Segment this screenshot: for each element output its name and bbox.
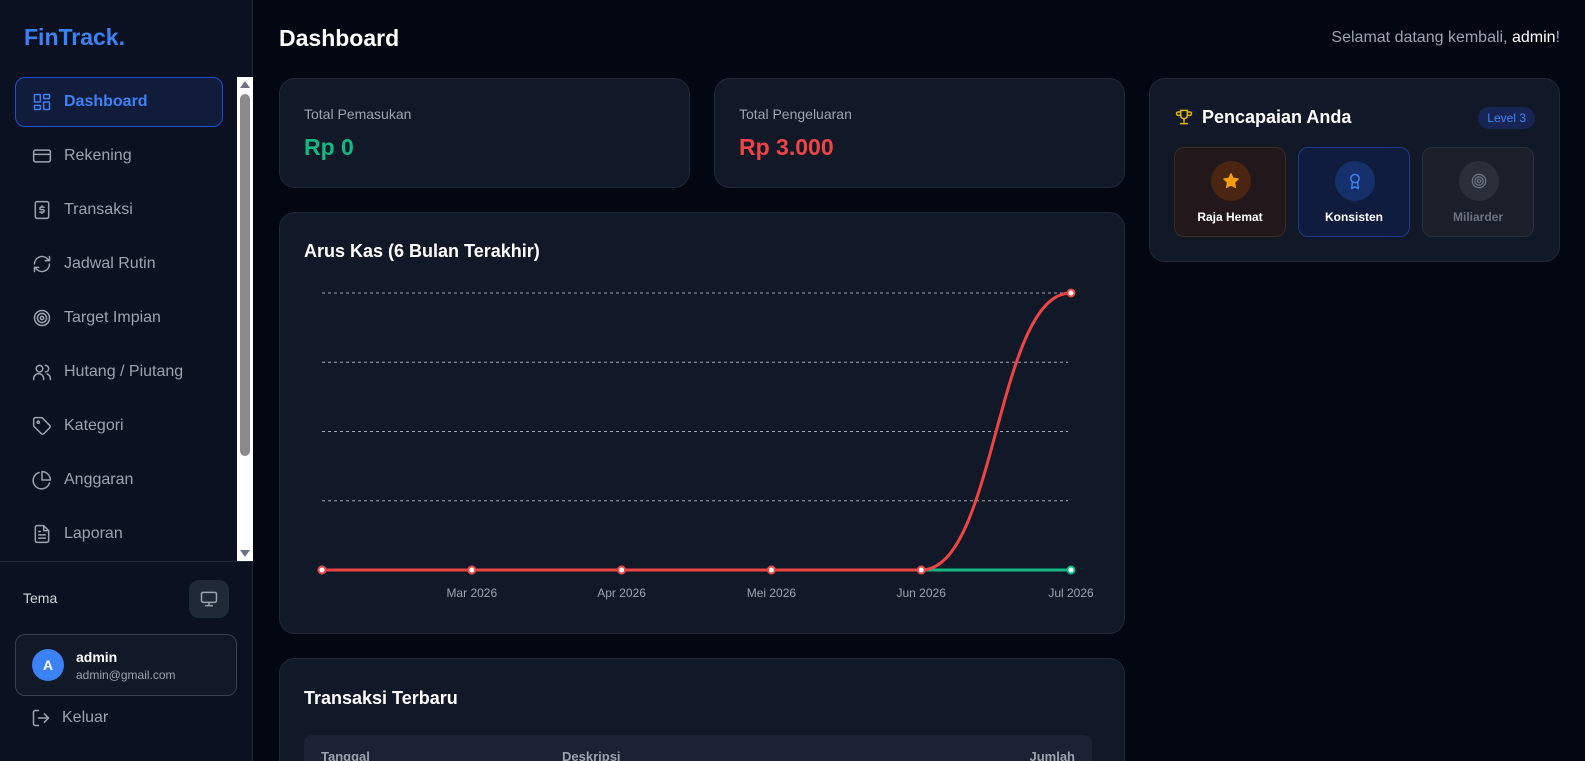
- sidebar-item-label: Dashboard: [64, 93, 148, 110]
- badge-label: Raja Hemat: [1197, 210, 1263, 224]
- refresh-icon: [32, 254, 52, 274]
- transactions-table-header: Tanggal Deskripsi Jumlah: [304, 735, 1092, 761]
- trophy-icon: [1174, 107, 1194, 127]
- x-tick-label: Mei 2026: [747, 586, 797, 600]
- sidebar-item-label: Jadwal Rutin: [64, 255, 156, 272]
- column-header-amount[interactable]: Jumlah: [1029, 749, 1075, 761]
- expense-card: Total Pengeluaran Rp 3.000: [714, 78, 1125, 188]
- cashflow-chart-card: Arus Kas (6 Bulan Terakhir) Mar 2026 Apr …: [279, 212, 1125, 634]
- welcome-prefix: Selamat datang kembali,: [1331, 29, 1512, 46]
- data-point: [766, 565, 776, 575]
- tag-icon: [32, 416, 52, 436]
- welcome-message: Selamat datang kembali, admin!: [1331, 29, 1560, 47]
- badge-miliarder[interactable]: Miliarder: [1422, 147, 1534, 237]
- sidebar-item-hutang-piutang[interactable]: Hutang / Piutang: [15, 347, 223, 397]
- recent-transactions-card: Transaksi Terbaru Tanggal Deskripsi Juml…: [279, 658, 1125, 761]
- sidebar-item-label: Anggaran: [64, 471, 134, 488]
- welcome-user: admin: [1511, 29, 1556, 46]
- pie-chart-icon: [32, 470, 52, 490]
- sidebar-item-anggaran[interactable]: Anggaran: [15, 455, 223, 505]
- level-badge: Level 3: [1478, 107, 1535, 129]
- logout-label: Keluar: [62, 709, 109, 726]
- achievements-title: Pencapaian Anda: [1202, 107, 1352, 127]
- sidebar-item-transaksi[interactable]: Transaksi: [15, 185, 223, 235]
- badge-label: Konsisten: [1324, 210, 1383, 224]
- receipt-icon: [32, 200, 52, 220]
- logout-button[interactable]: Keluar: [31, 708, 108, 728]
- sidebar: FinTrack. Dashboard Rekening Transaksi Jadw…: [0, 0, 253, 761]
- sidebar-item-label: Transaksi: [64, 201, 133, 218]
- brand-logo[interactable]: FinTrack.: [24, 24, 125, 51]
- sidebar-item-laporan[interactable]: Laporan: [15, 509, 223, 559]
- income-card: Total Pemasukan Rp 0: [279, 78, 690, 188]
- expense-label: Total Pengeluaran: [739, 106, 852, 122]
- badge-raja-hemat[interactable]: Raja Hemat: [1174, 147, 1286, 237]
- scrollbar-thumb[interactable]: [240, 94, 250, 456]
- page-title: Dashboard: [279, 25, 400, 51]
- target-icon: [1459, 161, 1499, 201]
- sidebar-item-label: Target Impian: [64, 309, 161, 326]
- star-icon: [1211, 161, 1251, 201]
- welcome-suffix: !: [1555, 29, 1560, 46]
- credit-card-icon: [32, 146, 52, 166]
- layout-dashboard-icon: [32, 92, 52, 112]
- sidebar-nav: Dashboard Rekening Transaksi Jadwal Rutin Ta…: [15, 77, 223, 561]
- x-tick-label: Jun 2026: [897, 586, 947, 600]
- data-point: [317, 565, 327, 575]
- income-value: Rp 0: [304, 134, 354, 160]
- sidebar-item-kategori[interactable]: Kategori: [15, 401, 223, 451]
- sidebar-item-label: Kategori: [64, 417, 124, 434]
- logout-icon: [32, 709, 50, 727]
- target-icon: [32, 308, 52, 328]
- sidebar-scrollbar[interactable]: [237, 77, 253, 561]
- sidebar-item-label: Laporan: [64, 525, 123, 542]
- scroll-down-icon[interactable]: [240, 550, 250, 557]
- sidebar-item-rekening[interactable]: Rekening: [15, 131, 223, 181]
- column-header-date[interactable]: Tanggal: [321, 749, 370, 761]
- user-name: admin: [76, 649, 118, 665]
- user-card[interactable]: A admin admin@gmail.com: [15, 634, 237, 696]
- award-icon: [1335, 161, 1375, 201]
- nav-scroll-area: Dashboard Rekening Transaksi Jadwal Rutin Ta…: [0, 77, 253, 561]
- data-point: [1066, 565, 1076, 575]
- theme-toggle-button[interactable]: [189, 580, 229, 618]
- column-header-description[interactable]: Deskripsi: [562, 749, 621, 761]
- data-point: [1066, 288, 1076, 298]
- sidebar-footer: Tema A admin admin@gmail.com Keluar: [0, 561, 253, 761]
- user-email: admin@gmail.com: [76, 668, 176, 682]
- income-label: Total Pemasukan: [304, 106, 412, 122]
- x-tick-label: Mar 2026: [446, 586, 497, 600]
- cashflow-chart: Mar 2026 Apr 2026 Mei 2026 Jun 2026 Jul 2026: [317, 288, 1094, 600]
- transactions-title: Transaksi Terbaru: [304, 688, 458, 708]
- data-point: [916, 565, 926, 575]
- badge-label: Miliarder: [1452, 210, 1503, 224]
- theme-label: Tema: [23, 590, 58, 606]
- x-tick-label: Jul 2026: [1048, 586, 1094, 600]
- sidebar-item-label: Hutang / Piutang: [64, 363, 184, 380]
- expense-value: Rp 3.000: [739, 134, 834, 160]
- sidebar-item-dashboard[interactable]: Dashboard: [15, 77, 223, 127]
- users-icon: [32, 362, 52, 382]
- file-text-icon: [32, 524, 52, 544]
- monitor-icon: [200, 591, 218, 607]
- data-point: [617, 565, 627, 575]
- achievements-card: Pencapaian Anda Level 3 Raja Hemat Konsi…: [1149, 78, 1560, 262]
- data-point: [467, 565, 477, 575]
- scroll-up-icon[interactable]: [240, 81, 250, 88]
- avatar: A: [32, 649, 64, 681]
- x-tick-label: Apr 2026: [597, 586, 646, 600]
- sidebar-item-jadwal-rutin[interactable]: Jadwal Rutin: [15, 239, 223, 289]
- badge-konsisten[interactable]: Konsisten: [1298, 147, 1410, 237]
- sidebar-item-target-impian[interactable]: Target Impian: [15, 293, 223, 343]
- sidebar-item-label: Rekening: [64, 147, 132, 164]
